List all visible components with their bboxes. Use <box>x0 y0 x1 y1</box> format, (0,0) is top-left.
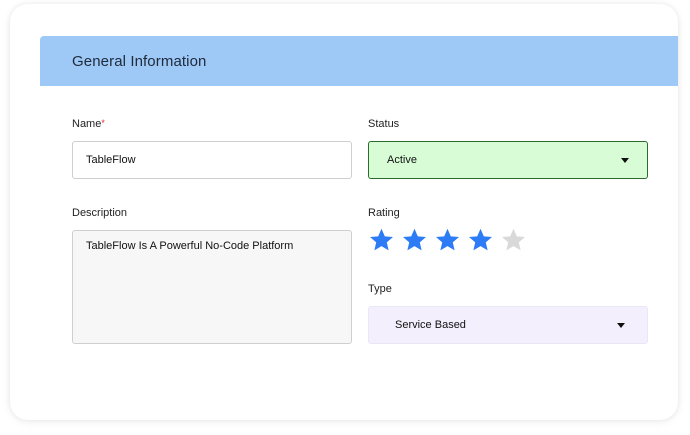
star-empty-icon[interactable] <box>500 227 527 254</box>
type-select[interactable]: Service Based <box>368 306 648 344</box>
type-value: Service Based <box>395 319 466 331</box>
star-rating[interactable] <box>368 227 527 254</box>
section-header: General Information <box>40 36 678 86</box>
required-asterisk: * <box>101 118 105 128</box>
name-input[interactable] <box>72 141 352 179</box>
status-value: Active <box>387 154 417 166</box>
chevron-down-icon <box>617 322 625 328</box>
star-filled-icon[interactable] <box>368 227 395 254</box>
form-card: General Information Name* Description Ta… <box>10 4 678 420</box>
star-filled-icon[interactable] <box>401 227 428 254</box>
rating-label: Rating <box>368 207 400 219</box>
description-label: Description <box>72 207 128 219</box>
star-filled-icon[interactable] <box>467 227 494 254</box>
star-filled-icon[interactable] <box>434 227 461 254</box>
status-select[interactable]: Active <box>368 141 648 179</box>
type-label: Type <box>368 283 392 295</box>
name-label-text: Name <box>72 118 102 130</box>
section-title: General Information <box>72 52 207 70</box>
status-label: Status <box>368 118 400 130</box>
name-label: Name* <box>72 118 105 130</box>
chevron-down-icon <box>621 157 629 163</box>
description-textarea[interactable]: TableFlow Is A Powerful No-Code Platform <box>72 230 352 344</box>
